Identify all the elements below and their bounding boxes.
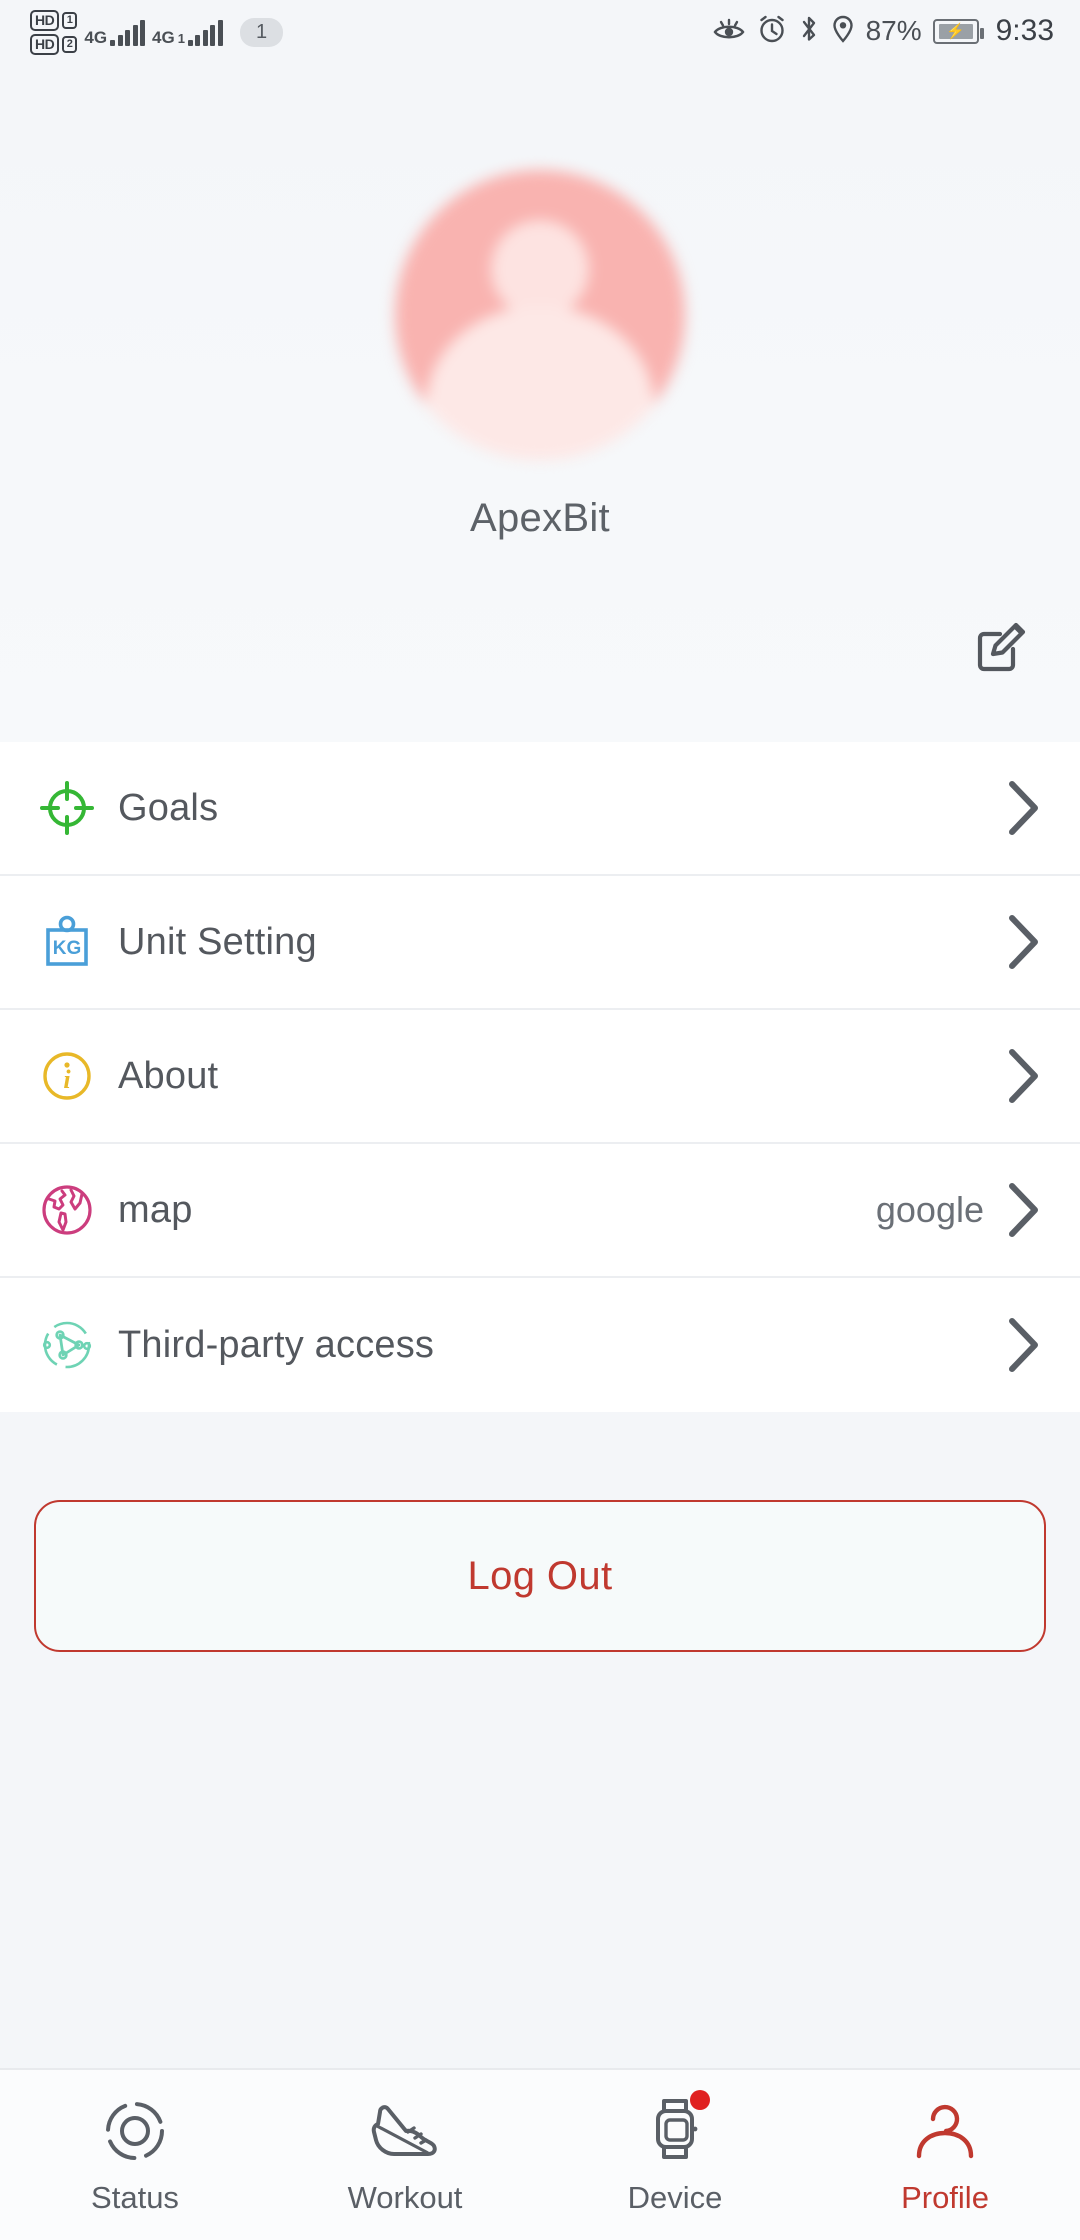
bottom-navigation-bar: Status Workout Device Profile: [0, 2068, 1080, 2240]
network-share-icon: [34, 1312, 100, 1378]
sim2-hd-badge: HD 2: [30, 33, 78, 55]
chevron-right-icon: [1002, 777, 1044, 839]
nav-label: Status: [91, 2180, 179, 2215]
location-icon: [831, 14, 855, 49]
app-screen: HD 1 HD 2 4G 4G 1 1 87% ⚡ 9:33 ApexBit G…: [0, 0, 1080, 2240]
smartwatch-icon: [642, 2090, 710, 2164]
settings-row-label: Unit Setting: [118, 920, 317, 963]
status-bar-left: HD 1 HD 2 4G 4G 1 1: [30, 8, 284, 55]
signal-bars-icon-2: [187, 19, 223, 46]
settings-row-unit-setting[interactable]: KG Unit Setting: [0, 876, 1080, 1010]
eye-comfort-icon: [712, 16, 746, 47]
sim2-number: 2: [62, 35, 78, 53]
signal-bars-icon-1: [110, 19, 146, 46]
info-circle-icon: i: [34, 1043, 100, 1109]
chevron-right-icon: [1002, 1179, 1044, 1241]
chevron-right-icon: [1002, 911, 1044, 973]
device-notification-dot: [690, 2090, 710, 2110]
nav-label: Workout: [347, 2180, 463, 2215]
content-filler: [0, 1652, 1080, 2068]
chevron-right-icon: [1002, 1314, 1044, 1376]
signal-sub-label-2: 1: [177, 30, 185, 46]
status-bar: HD 1 HD 2 4G 4G 1 1 87% ⚡ 9:33: [0, 0, 1080, 62]
dual-sim-indicator: HD 1 HD 2: [30, 8, 78, 55]
settings-list: Goals KG Unit Setting i About map google…: [0, 742, 1080, 1412]
hd-icon-2: HD: [30, 33, 60, 55]
settings-row-label: About: [118, 1054, 219, 1097]
person-icon: [912, 2094, 978, 2164]
svg-text:i: i: [63, 1065, 71, 1094]
battery-charging-icon: ⚡: [932, 18, 984, 44]
avatar-head-shape: [491, 220, 589, 318]
network-type-label-2: 4G: [152, 27, 175, 47]
settings-row-label: map: [118, 1188, 193, 1231]
sim1-hd-badge: HD 1: [30, 9, 78, 31]
running-shoe-icon: [368, 2094, 442, 2164]
log-out-button[interactable]: Log Out: [34, 1500, 1046, 1652]
nav-item-device[interactable]: Device: [540, 2090, 810, 2216]
edit-profile-button[interactable]: [970, 618, 1032, 680]
signal-group-1: 4G: [84, 8, 146, 47]
edit-square-pencil-icon: [973, 619, 1029, 680]
svg-text:KG: KG: [53, 938, 82, 959]
notification-count-badge: 1: [239, 17, 284, 47]
hd-icon: HD: [30, 9, 60, 31]
settings-row-value: google: [875, 1189, 984, 1230]
network-type-label-1: 4G: [84, 27, 108, 47]
logout-area: Log Out: [0, 1500, 1080, 1652]
nav-item-workout[interactable]: Workout: [270, 2094, 540, 2216]
profile-username: ApexBit: [470, 496, 610, 540]
bluetooth-icon: [798, 14, 820, 49]
nav-label: Device: [627, 2180, 723, 2215]
avatar-body-shape: [426, 306, 654, 460]
sim1-number: 1: [62, 11, 78, 29]
nav-item-status[interactable]: Status: [0, 2094, 270, 2216]
list-logout-gap: [0, 1412, 1080, 1500]
signal-group-2: 4G 1: [152, 8, 223, 46]
settings-row-goals[interactable]: Goals: [0, 742, 1080, 876]
settings-row-label: Third-party access: [118, 1323, 435, 1366]
status-ring-icon: [102, 2094, 168, 2164]
battery-percent-label: 87%: [865, 15, 922, 46]
kg-weight-icon: KG: [34, 909, 100, 975]
status-bar-right: 87% ⚡ 9:33: [712, 14, 1054, 49]
settings-row-map[interactable]: map google: [0, 1144, 1080, 1278]
nav-label: Profile: [901, 2180, 989, 2215]
clock-label: 9:33: [995, 14, 1054, 47]
globe-icon: [34, 1177, 100, 1243]
chevron-right-icon: [1002, 1045, 1044, 1107]
settings-row-about[interactable]: i About: [0, 1010, 1080, 1144]
target-crosshair-icon: [34, 775, 100, 841]
nav-item-profile[interactable]: Profile: [810, 2094, 1080, 2216]
profile-header: ApexBit: [0, 62, 1080, 742]
avatar[interactable]: [395, 170, 685, 460]
settings-row-label: Goals: [118, 786, 219, 829]
alarm-icon: [757, 14, 787, 49]
settings-row-third-party-access[interactable]: Third-party access: [0, 1278, 1080, 1412]
